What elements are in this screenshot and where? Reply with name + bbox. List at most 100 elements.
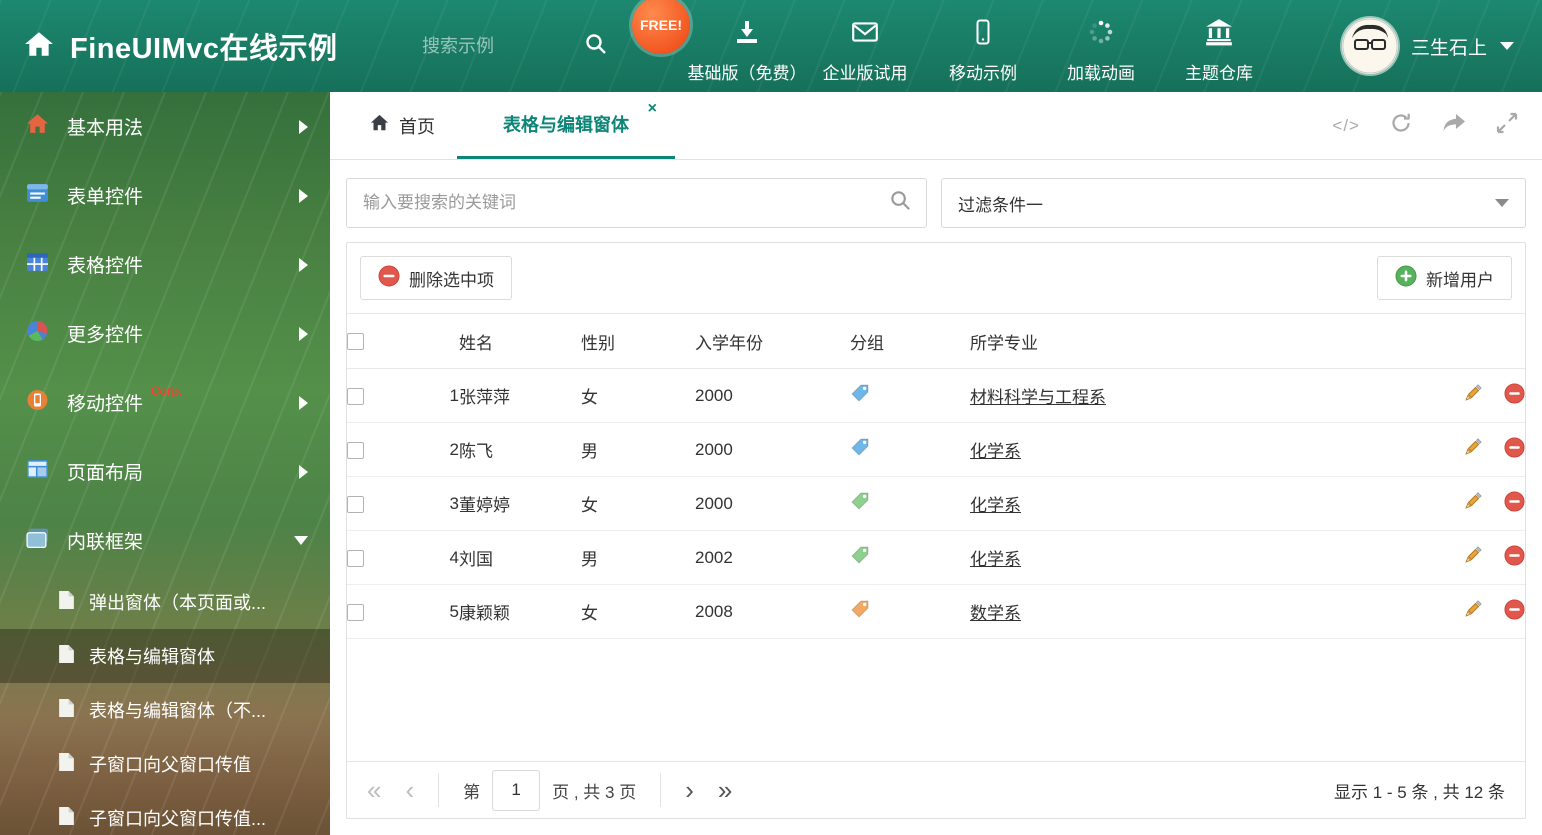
cell-group: [850, 368, 970, 423]
chevron-right-icon: [299, 326, 308, 341]
major-link[interactable]: 化学系: [970, 496, 1021, 515]
sidebar-subitem-label: 子窗口向父窗口传值...: [89, 809, 267, 829]
row-checkbox[interactable]: [347, 495, 364, 513]
nav-label: 主题仓库: [1185, 64, 1253, 83]
corp-badge: Corp.: [151, 384, 183, 398]
add-user-button[interactable]: 新增用户: [1377, 256, 1512, 300]
sidebar-item-page-layout[interactable]: 页面布局: [0, 437, 330, 506]
refresh-icon[interactable]: [1390, 112, 1412, 139]
sidebar-subitem-child-to-parent-2[interactable]: 子窗口向父窗口传值...: [0, 791, 330, 835]
sidebar-item-form-controls[interactable]: 表单控件: [0, 161, 330, 230]
cell-group: [850, 530, 970, 585]
row-checkbox[interactable]: [347, 387, 364, 405]
delete-row-icon[interactable]: [1504, 598, 1525, 625]
bank-icon: [1204, 18, 1234, 51]
sidebar-subitem-popup-window[interactable]: 弹出窗体（本页面或...: [0, 575, 330, 629]
column-header-gender[interactable]: 性别: [581, 313, 695, 369]
edit-icon[interactable]: [1462, 437, 1483, 463]
search-icon[interactable]: [889, 189, 912, 217]
file-icon: [58, 644, 75, 669]
column-header-major[interactable]: 所学专业: [970, 313, 1407, 369]
edit-icon[interactable]: [1462, 599, 1483, 625]
column-header-name[interactable]: 姓名: [459, 313, 581, 369]
brand[interactable]: FineUIMvc在线示例: [0, 25, 420, 67]
row-checkbox[interactable]: [347, 441, 364, 459]
edit-icon[interactable]: [1462, 545, 1483, 571]
chevron-right-icon: [299, 257, 308, 272]
grid-toolbar: 删除选中项 新增用户: [347, 243, 1525, 313]
row-checkbox[interactable]: [347, 549, 364, 567]
first-page-icon[interactable]: «: [367, 777, 381, 803]
major-link[interactable]: 化学系: [970, 550, 1021, 569]
filter-dropdown[interactable]: 过滤条件一: [941, 178, 1526, 228]
row-number: 4: [397, 530, 459, 585]
sidebar-subitem-grid-edit-window[interactable]: 表格与编辑窗体: [0, 629, 330, 683]
edit-icon[interactable]: [1462, 383, 1483, 409]
nav-item-enterprise-trial[interactable]: 企业版试用: [806, 8, 924, 84]
minus-circle-icon: [378, 265, 400, 292]
close-tab-icon[interactable]: ×: [648, 100, 657, 118]
tag-icon: [850, 384, 870, 407]
sidebar-item-label: 移动控件: [67, 394, 144, 415]
row-number: 2: [397, 422, 459, 477]
app-window: FineUIMvc在线示例 FREE! 基础版（免费）: [0, 0, 1542, 835]
button-label: 删除选中项: [409, 270, 494, 290]
source-code-icon[interactable]: </>: [1332, 116, 1360, 136]
delete-row-icon[interactable]: [1504, 544, 1525, 571]
sidebar-item-label: 内联框架: [67, 532, 144, 553]
row-number: 1: [397, 368, 459, 423]
delete-row-icon[interactable]: [1504, 490, 1525, 517]
nav-item-loading-animations[interactable]: 加载动画: [1042, 8, 1160, 84]
delete-row-icon[interactable]: [1504, 382, 1525, 409]
tag-icon: [850, 438, 870, 461]
page-input[interactable]: 1: [492, 769, 541, 811]
delete-selected-button[interactable]: 删除选中项: [360, 256, 512, 300]
delete-row-icon[interactable]: [1504, 436, 1525, 463]
tab-grid-edit-window[interactable]: 表格与编辑窗体 ×: [457, 92, 675, 159]
row-number: 5: [397, 584, 459, 639]
nav-label: 基础版（免费）: [687, 64, 807, 83]
divider: [660, 773, 662, 807]
expand-icon[interactable]: [1496, 112, 1518, 139]
grid-panel: 删除选中项 新增用户 姓名 性别 入学年份 分组 所学专业 1 张萍萍 女 20…: [346, 242, 1526, 819]
divider: [438, 773, 440, 807]
cell-year: 2002: [695, 530, 850, 585]
nav-item-basic-edition[interactable]: 基础版（免费）: [687, 8, 807, 84]
chevron-right-icon: [299, 464, 308, 479]
cell-gender: 男: [581, 422, 695, 477]
main-area: 首页 表格与编辑窗体 × </> 输入要搜索的关键词 过滤条件一 删除选中项 新…: [330, 92, 1542, 835]
last-page-icon[interactable]: »: [718, 777, 732, 803]
column-header-year[interactable]: 入学年份: [695, 313, 850, 369]
search-icon[interactable]: [584, 32, 608, 61]
prev-page-icon[interactable]: ‹: [405, 777, 414, 803]
sidebar-item-grid-controls[interactable]: 表格控件: [0, 230, 330, 299]
row-checkbox[interactable]: [347, 603, 364, 621]
tag-icon: [850, 492, 870, 515]
share-icon[interactable]: [1442, 112, 1466, 139]
sidebar-subitem-child-to-parent[interactable]: 子窗口向父窗口传值: [0, 737, 330, 791]
tab-label: 表格与编辑窗体: [503, 115, 629, 135]
edit-icon[interactable]: [1462, 491, 1483, 517]
column-header-group[interactable]: 分组: [850, 313, 970, 369]
cell-year: 2000: [695, 476, 850, 531]
sidebar-item-mobile-controls[interactable]: 移动控件 Corp.: [0, 368, 330, 437]
nav-label: 企业版试用: [822, 64, 908, 83]
major-link[interactable]: 化学系: [970, 442, 1021, 461]
user-avatar: [1341, 18, 1398, 74]
major-link[interactable]: 数学系: [970, 604, 1021, 623]
next-page-icon[interactable]: ›: [685, 777, 694, 803]
sidebar-item-basic-usage[interactable]: 基本用法: [0, 92, 330, 161]
cell-gender: 女: [581, 584, 695, 639]
user-menu[interactable]: 三生石上: [1341, 18, 1542, 74]
nav-label: 移动示例: [949, 64, 1017, 83]
sidebar-item-more-controls[interactable]: 更多控件: [0, 299, 330, 368]
sidebar-subitem-grid-edit-window-alt[interactable]: 表格与编辑窗体（不...: [0, 683, 330, 737]
nav-item-theme-store[interactable]: 主题仓库: [1160, 8, 1278, 84]
tab-home[interactable]: 首页: [348, 92, 457, 159]
nav-item-mobile-demo[interactable]: 移动示例: [924, 8, 1042, 84]
keyword-search-input[interactable]: [361, 192, 879, 214]
header-search-input[interactable]: [420, 34, 570, 58]
major-link[interactable]: 材料科学与工程系: [970, 388, 1106, 407]
select-all-checkbox[interactable]: [347, 333, 364, 351]
sidebar-item-inline-frame[interactable]: 内联框架: [0, 506, 330, 575]
